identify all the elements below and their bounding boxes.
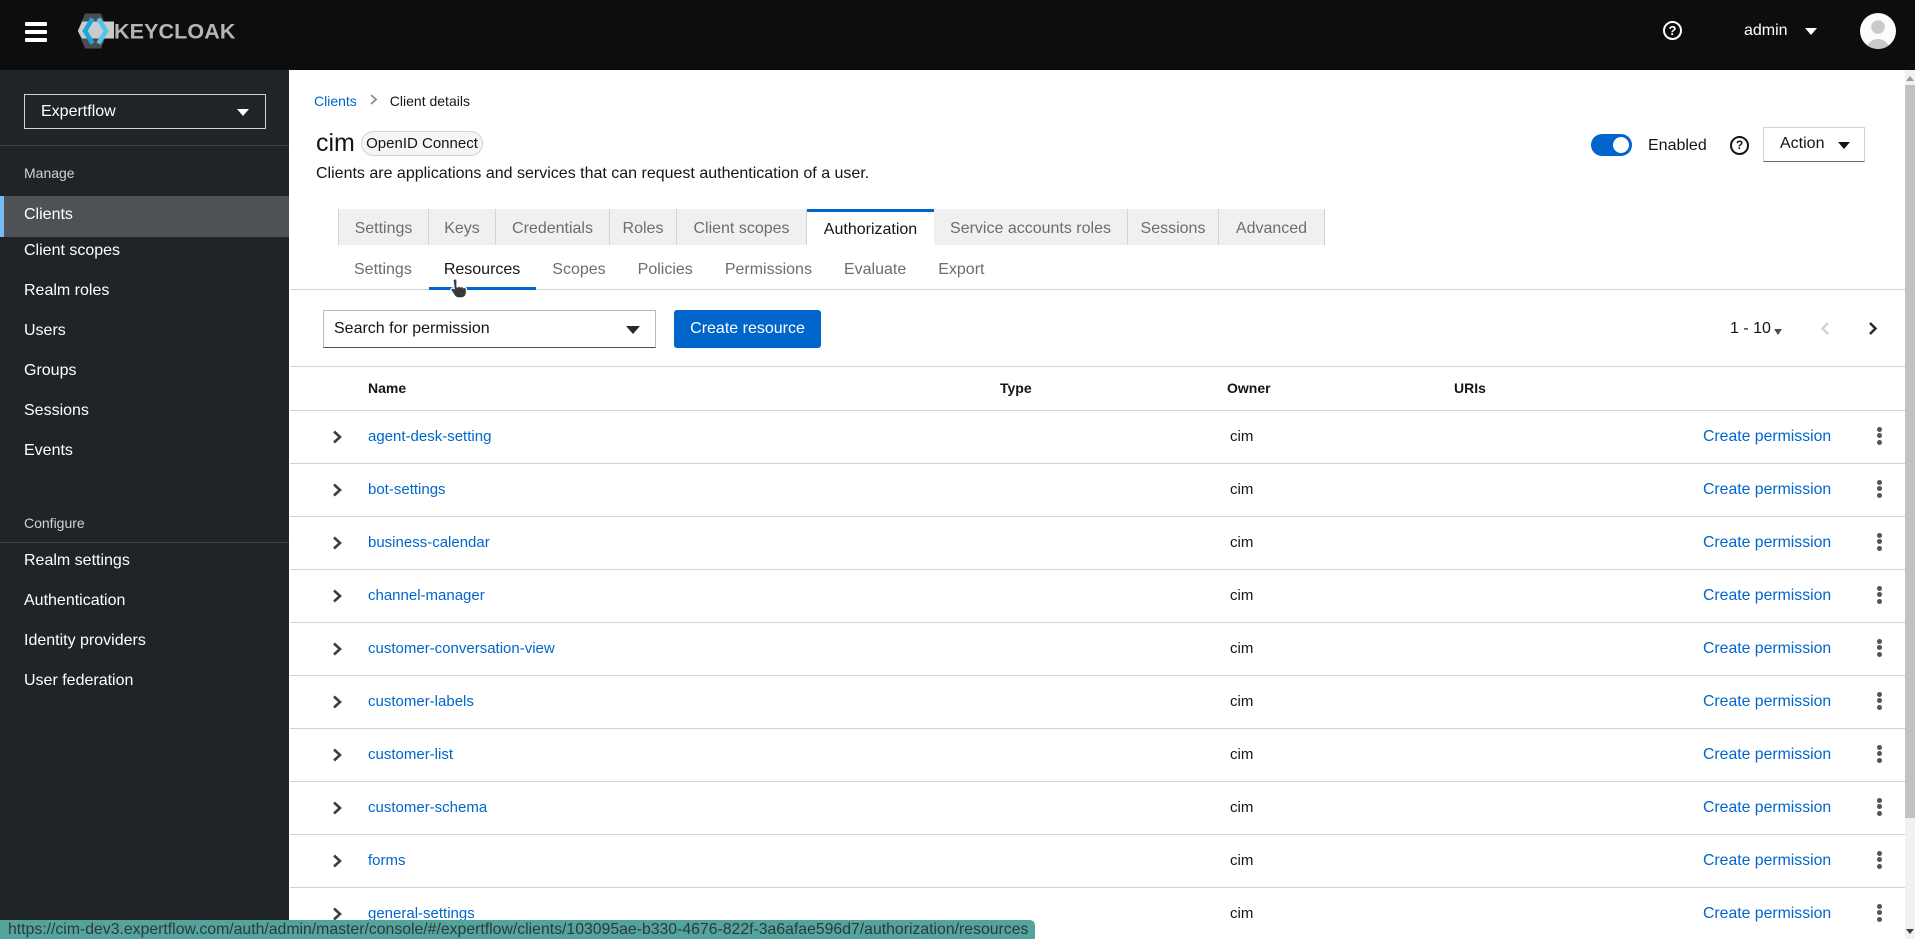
svg-text:KEYCLOAK: KEYCLOAK [114, 20, 236, 44]
